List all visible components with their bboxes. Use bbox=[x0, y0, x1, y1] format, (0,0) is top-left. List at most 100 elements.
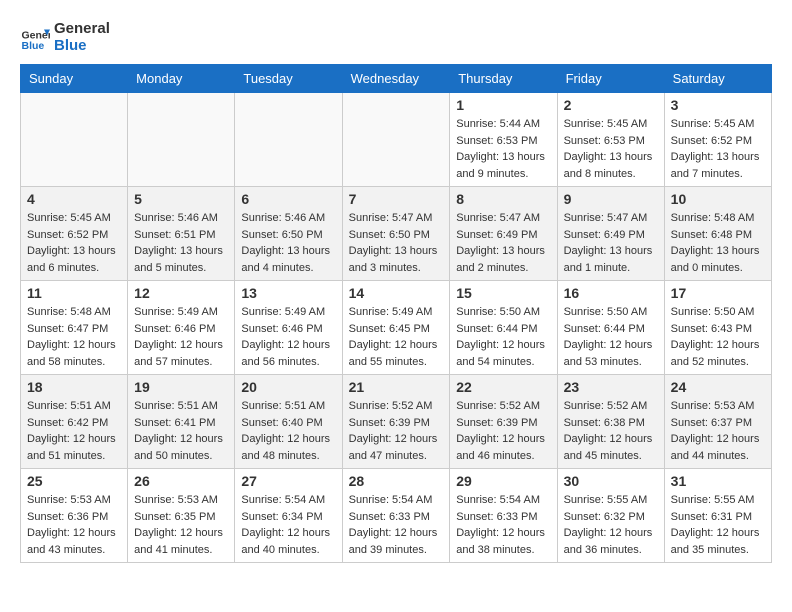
calendar-day-cell: 26 Sunrise: 5:53 AM Sunset: 6:35 PM Dayli… bbox=[128, 469, 235, 563]
day-info: Sunrise: 5:47 AM Sunset: 6:49 PM Dayligh… bbox=[456, 210, 550, 276]
day-info: Sunrise: 5:51 AM Sunset: 6:40 PM Dayligh… bbox=[241, 398, 335, 464]
weekday-header-sunday: Sunday bbox=[21, 65, 128, 93]
calendar-day-cell: 2Sunrise: 5:45 AM Sunset: 6:53 PM Daylig… bbox=[557, 93, 664, 187]
logo: General Blue General Blue bbox=[20, 20, 110, 54]
calendar-day-cell: 25 Sunrise: 5:53 AM Sunset: 6:36 PM Dayli… bbox=[21, 469, 128, 563]
calendar-day-cell: 20 Sunrise: 5:51 AM Sunset: 6:40 PM Dayli… bbox=[235, 375, 342, 469]
day-info: Sunrise: 5:55 AM Sunset: 6:31 PM Dayligh… bbox=[671, 492, 765, 558]
day-number: 12 bbox=[134, 285, 228, 301]
calendar-day-cell: 9Sunrise: 5:47 AM Sunset: 6:49 PM Daylig… bbox=[557, 187, 664, 281]
calendar-day-cell: 11Sunrise: 5:48 AM Sunset: 6:47 PM Dayli… bbox=[21, 281, 128, 375]
weekday-header-tuesday: Tuesday bbox=[235, 65, 342, 93]
svg-text:Blue: Blue bbox=[22, 40, 45, 52]
day-number: 23 bbox=[564, 379, 658, 395]
day-info: Sunrise: 5:50 AM Sunset: 6:43 PM Dayligh… bbox=[671, 304, 765, 370]
day-number: 3 bbox=[671, 97, 765, 113]
weekday-header-saturday: Saturday bbox=[664, 65, 771, 93]
calendar-day-cell bbox=[128, 93, 235, 187]
day-info: Sunrise: 5:54 AM Sunset: 6:34 PM Dayligh… bbox=[241, 492, 335, 558]
calendar-day-cell bbox=[21, 93, 128, 187]
day-info: Sunrise: 5:44 AM Sunset: 6:53 PM Dayligh… bbox=[456, 116, 550, 182]
day-number: 29 bbox=[456, 473, 550, 489]
calendar-day-cell bbox=[342, 93, 450, 187]
day-number: 20 bbox=[241, 379, 335, 395]
calendar-day-cell: 10 Sunrise: 5:48 AM Sunset: 6:48 PM Dayli… bbox=[664, 187, 771, 281]
calendar-week-row: 25 Sunrise: 5:53 AM Sunset: 6:36 PM Dayli… bbox=[21, 469, 772, 563]
weekday-header-friday: Friday bbox=[557, 65, 664, 93]
day-number: 31 bbox=[671, 473, 765, 489]
weekday-header-thursday: Thursday bbox=[450, 65, 557, 93]
day-info: Sunrise: 5:55 AM Sunset: 6:32 PM Dayligh… bbox=[564, 492, 658, 558]
day-info: Sunrise: 5:49 AM Sunset: 6:46 PM Dayligh… bbox=[241, 304, 335, 370]
day-info: Sunrise: 5:54 AM Sunset: 6:33 PM Dayligh… bbox=[349, 492, 444, 558]
day-number: 8 bbox=[456, 191, 550, 207]
calendar-day-cell: 17 Sunrise: 5:50 AM Sunset: 6:43 PM Dayli… bbox=[664, 281, 771, 375]
day-info: Sunrise: 5:45 AM Sunset: 6:53 PM Dayligh… bbox=[564, 116, 658, 182]
day-number: 14 bbox=[349, 285, 444, 301]
calendar-day-cell: 12 Sunrise: 5:49 AM Sunset: 6:46 PM Dayli… bbox=[128, 281, 235, 375]
calendar-week-row: 18 Sunrise: 5:51 AM Sunset: 6:42 PM Dayli… bbox=[21, 375, 772, 469]
calendar-day-cell: 22Sunrise: 5:52 AM Sunset: 6:39 PM Dayli… bbox=[450, 375, 557, 469]
day-info: Sunrise: 5:46 AM Sunset: 6:50 PM Dayligh… bbox=[241, 210, 335, 276]
day-number: 26 bbox=[134, 473, 228, 489]
day-number: 18 bbox=[27, 379, 121, 395]
day-info: Sunrise: 5:53 AM Sunset: 6:36 PM Dayligh… bbox=[27, 492, 121, 558]
calendar-day-cell: 3 Sunrise: 5:45 AM Sunset: 6:52 PM Daylig… bbox=[664, 93, 771, 187]
calendar-day-cell: 15 Sunrise: 5:50 AM Sunset: 6:44 PM Dayli… bbox=[450, 281, 557, 375]
day-info: Sunrise: 5:51 AM Sunset: 6:41 PM Dayligh… bbox=[134, 398, 228, 464]
calendar-day-cell: 18 Sunrise: 5:51 AM Sunset: 6:42 PM Dayli… bbox=[21, 375, 128, 469]
day-info: Sunrise: 5:50 AM Sunset: 6:44 PM Dayligh… bbox=[456, 304, 550, 370]
day-number: 10 bbox=[671, 191, 765, 207]
calendar-week-row: 11Sunrise: 5:48 AM Sunset: 6:47 PM Dayli… bbox=[21, 281, 772, 375]
logo-text-general: General bbox=[54, 20, 110, 37]
calendar-day-cell: 8 Sunrise: 5:47 AM Sunset: 6:49 PM Daylig… bbox=[450, 187, 557, 281]
day-number: 13 bbox=[241, 285, 335, 301]
day-info: Sunrise: 5:50 AM Sunset: 6:44 PM Dayligh… bbox=[564, 304, 658, 370]
day-info: Sunrise: 5:52 AM Sunset: 6:39 PM Dayligh… bbox=[349, 398, 444, 464]
calendar-week-row: 4 Sunrise: 5:45 AM Sunset: 6:52 PM Daylig… bbox=[21, 187, 772, 281]
day-info: Sunrise: 5:48 AM Sunset: 6:47 PM Dayligh… bbox=[27, 304, 121, 370]
day-info: Sunrise: 5:54 AM Sunset: 6:33 PM Dayligh… bbox=[456, 492, 550, 558]
day-number: 30 bbox=[564, 473, 658, 489]
weekday-header-row: SundayMondayTuesdayWednesdayThursdayFrid… bbox=[21, 65, 772, 93]
day-number: 24 bbox=[671, 379, 765, 395]
calendar-day-cell: 31 Sunrise: 5:55 AM Sunset: 6:31 PM Dayli… bbox=[664, 469, 771, 563]
calendar-day-cell: 4 Sunrise: 5:45 AM Sunset: 6:52 PM Daylig… bbox=[21, 187, 128, 281]
day-info: Sunrise: 5:47 AM Sunset: 6:50 PM Dayligh… bbox=[349, 210, 444, 276]
day-info: Sunrise: 5:52 AM Sunset: 6:38 PM Dayligh… bbox=[564, 398, 658, 464]
logo-text-blue: Blue bbox=[54, 37, 110, 54]
calendar-day-cell: 24Sunrise: 5:53 AM Sunset: 6:37 PM Dayli… bbox=[664, 375, 771, 469]
day-number: 6 bbox=[241, 191, 335, 207]
day-info: Sunrise: 5:45 AM Sunset: 6:52 PM Dayligh… bbox=[27, 210, 121, 276]
calendar-day-cell: 5Sunrise: 5:46 AM Sunset: 6:51 PM Daylig… bbox=[128, 187, 235, 281]
calendar-day-cell bbox=[235, 93, 342, 187]
day-number: 16 bbox=[564, 285, 658, 301]
day-number: 22 bbox=[456, 379, 550, 395]
day-info: Sunrise: 5:48 AM Sunset: 6:48 PM Dayligh… bbox=[671, 210, 765, 276]
logo-icon: General Blue bbox=[20, 22, 50, 52]
day-number: 25 bbox=[27, 473, 121, 489]
calendar-day-cell: 30 Sunrise: 5:55 AM Sunset: 6:32 PM Dayli… bbox=[557, 469, 664, 563]
day-info: Sunrise: 5:49 AM Sunset: 6:45 PM Dayligh… bbox=[349, 304, 444, 370]
calendar-week-row: 1Sunrise: 5:44 AM Sunset: 6:53 PM Daylig… bbox=[21, 93, 772, 187]
day-number: 17 bbox=[671, 285, 765, 301]
day-info: Sunrise: 5:49 AM Sunset: 6:46 PM Dayligh… bbox=[134, 304, 228, 370]
day-info: Sunrise: 5:47 AM Sunset: 6:49 PM Dayligh… bbox=[564, 210, 658, 276]
calendar-day-cell: 1Sunrise: 5:44 AM Sunset: 6:53 PM Daylig… bbox=[450, 93, 557, 187]
calendar-day-cell: 28Sunrise: 5:54 AM Sunset: 6:33 PM Dayli… bbox=[342, 469, 450, 563]
calendar-table: SundayMondayTuesdayWednesdayThursdayFrid… bbox=[20, 64, 772, 563]
calendar-day-cell: 14 Sunrise: 5:49 AM Sunset: 6:45 PM Dayli… bbox=[342, 281, 450, 375]
calendar-day-cell: 7 Sunrise: 5:47 AM Sunset: 6:50 PM Daylig… bbox=[342, 187, 450, 281]
day-number: 4 bbox=[27, 191, 121, 207]
calendar-day-cell: 16 Sunrise: 5:50 AM Sunset: 6:44 PM Dayli… bbox=[557, 281, 664, 375]
day-info: Sunrise: 5:53 AM Sunset: 6:35 PM Dayligh… bbox=[134, 492, 228, 558]
day-number: 21 bbox=[349, 379, 444, 395]
calendar-day-cell: 6 Sunrise: 5:46 AM Sunset: 6:50 PM Daylig… bbox=[235, 187, 342, 281]
day-info: Sunrise: 5:51 AM Sunset: 6:42 PM Dayligh… bbox=[27, 398, 121, 464]
day-info: Sunrise: 5:46 AM Sunset: 6:51 PM Dayligh… bbox=[134, 210, 228, 276]
calendar-day-cell: 13 Sunrise: 5:49 AM Sunset: 6:46 PM Dayli… bbox=[235, 281, 342, 375]
header: General Blue General Blue bbox=[20, 20, 772, 54]
day-info: Sunrise: 5:45 AM Sunset: 6:52 PM Dayligh… bbox=[671, 116, 765, 182]
day-number: 7 bbox=[349, 191, 444, 207]
day-number: 15 bbox=[456, 285, 550, 301]
